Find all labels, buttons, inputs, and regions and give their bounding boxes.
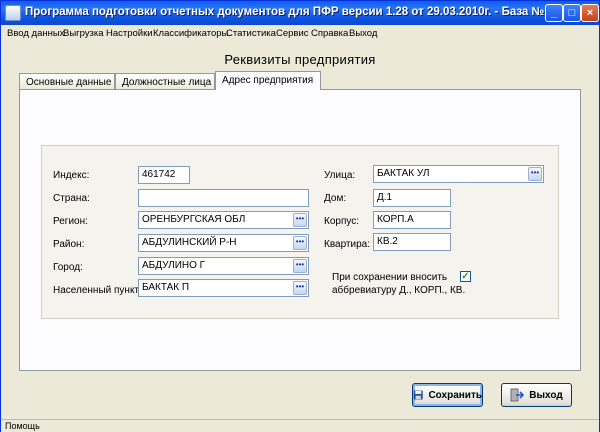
tab-main-data[interactable]: Основные данные bbox=[19, 73, 115, 90]
menu-service[interactable]: Сервис bbox=[276, 28, 309, 39]
close-button[interactable]: × bbox=[581, 4, 599, 22]
window-title: Программа подготовки отчетных документов… bbox=[25, 6, 551, 18]
menu-classifiers[interactable]: Классификаторы bbox=[153, 28, 228, 39]
abbrev-option-label-line2: аббревиатуру Д., КОРП., КВ. bbox=[332, 285, 466, 296]
menu-export[interactable]: Выгрузка bbox=[63, 28, 104, 39]
street-lookup-button[interactable]: ••• bbox=[528, 167, 542, 181]
city-field[interactable]: АБДУЛИНО Г bbox=[138, 257, 309, 275]
country-field[interactable] bbox=[138, 189, 309, 207]
floppy-disk-icon bbox=[413, 390, 423, 400]
minimize-button[interactable]: _ bbox=[545, 4, 563, 22]
menu-bar: Ввод данных Выгрузка Настройки Классифик… bbox=[1, 25, 599, 43]
district-field[interactable]: АБДУЛИНСКИЙ Р-Н bbox=[138, 234, 309, 252]
street-field[interactable]: БАКТАК УЛ bbox=[373, 165, 544, 183]
menu-exit[interactable]: Выход bbox=[349, 28, 377, 39]
tab-officials[interactable]: Должностные лица bbox=[115, 73, 215, 90]
district-label: Район: bbox=[53, 239, 85, 250]
tab-company-address[interactable]: Адрес предприятия bbox=[215, 71, 321, 90]
locality-field[interactable]: БАКТАК П bbox=[138, 279, 309, 297]
building-field[interactable]: КОРП.А bbox=[373, 211, 451, 229]
region-field[interactable]: ОРЕНБУРГСКАЯ ОБЛ bbox=[138, 211, 309, 229]
maximize-button[interactable]: □ bbox=[563, 4, 581, 22]
house-field[interactable]: Д.1 bbox=[373, 189, 451, 207]
region-label: Регион: bbox=[53, 216, 88, 227]
district-lookup-button[interactable]: ••• bbox=[293, 236, 307, 250]
save-button-label: Сохранить bbox=[428, 389, 482, 401]
form-title: Реквизиты предприятия bbox=[224, 52, 376, 67]
exit-door-icon bbox=[510, 388, 525, 402]
exit-button[interactable]: Выход bbox=[501, 383, 572, 407]
house-label: Дом: bbox=[324, 193, 347, 204]
apartment-label: Квартира: bbox=[324, 239, 370, 250]
city-lookup-button[interactable]: ••• bbox=[293, 259, 307, 273]
region-lookup-button[interactable]: ••• bbox=[293, 213, 307, 227]
menu-settings[interactable]: Настройки bbox=[106, 28, 153, 39]
building-label: Корпус: bbox=[324, 216, 360, 227]
city-label: Город: bbox=[53, 262, 83, 273]
locality-label: Населенный пункт: bbox=[53, 285, 142, 296]
title-bar[interactable]: Программа подготовки отчетных документов… bbox=[1, 1, 599, 25]
app-icon bbox=[5, 5, 21, 21]
apartment-field[interactable]: КВ.2 bbox=[373, 233, 451, 251]
abbrev-option-label-line1: При сохранении вносить bbox=[332, 272, 448, 283]
country-label: Страна: bbox=[53, 193, 90, 204]
index-label: Индекс: bbox=[53, 170, 90, 181]
menu-statistics[interactable]: Статистика bbox=[226, 28, 276, 39]
status-bar: Помощь bbox=[1, 419, 599, 432]
menu-data-entry[interactable]: Ввод данных bbox=[7, 28, 64, 39]
menu-help[interactable]: Справка bbox=[311, 28, 348, 39]
abbrev-checkbox[interactable]: ✓ bbox=[460, 271, 471, 282]
exit-button-label: Выход bbox=[529, 389, 563, 401]
main-window: Программа подготовки отчетных документов… bbox=[0, 0, 600, 432]
index-field[interactable]: 461742 bbox=[138, 166, 190, 184]
locality-lookup-button[interactable]: ••• bbox=[293, 281, 307, 295]
street-label: Улица: bbox=[324, 170, 356, 181]
save-button[interactable]: Сохранить bbox=[412, 383, 483, 407]
